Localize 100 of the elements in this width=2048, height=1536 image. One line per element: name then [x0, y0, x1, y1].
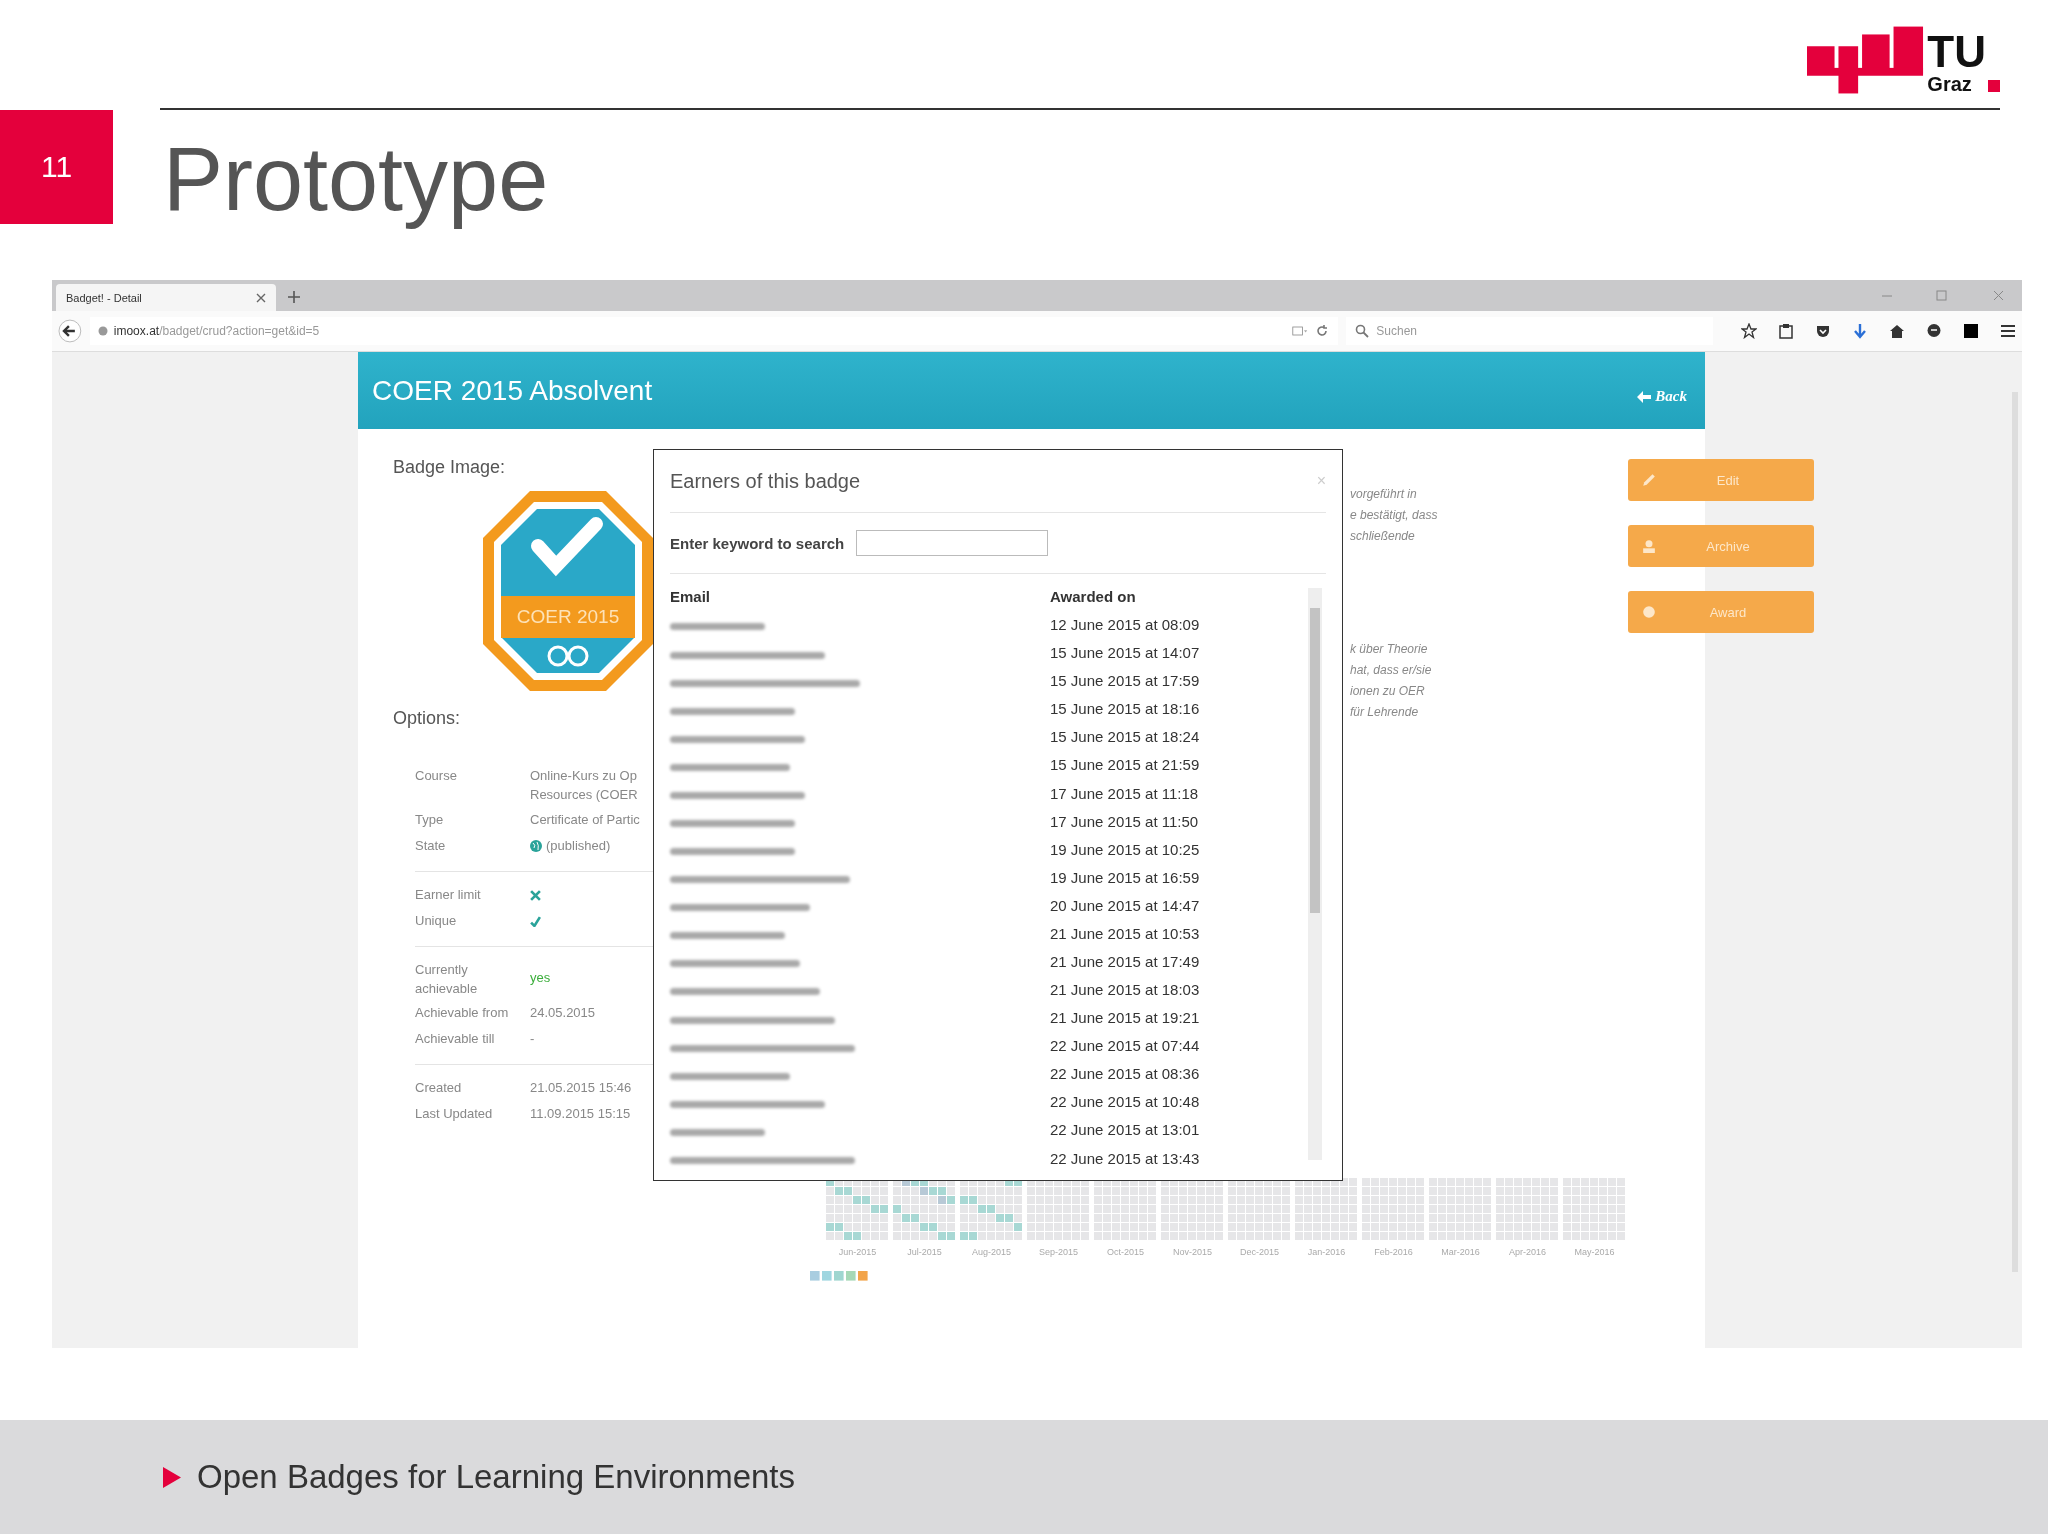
month-label: Mar-2016 [1441, 1247, 1480, 1257]
option-label: Last Updated [415, 1105, 494, 1124]
cross-icon [530, 889, 541, 901]
pocket-icon[interactable] [1815, 323, 1831, 339]
square-icon[interactable] [1963, 323, 1979, 339]
info-icon [97, 326, 108, 336]
option-value: - [530, 1030, 535, 1049]
logo-square-icon [1988, 80, 2000, 92]
action-button[interactable]: Award [1628, 591, 1814, 633]
section-label: Badge Image: [393, 457, 506, 478]
section-label: Options: [393, 708, 461, 729]
calendar-heatmap-drawing [1161, 1178, 1224, 1241]
month-label: Feb-2016 [1374, 1247, 1413, 1257]
calendar-heatmap-drawing [1429, 1178, 1492, 1241]
logo-wordmark: TU [1927, 30, 1986, 74]
option-label: Unique [415, 911, 458, 930]
table-cell-text: 15 June 2015 at 18:24 [1050, 728, 1201, 748]
url-field[interactable]: imoox.at/badget/crud?action=get&id=5 [89, 317, 1339, 345]
month-label: Oct-2015 [1107, 1247, 1144, 1257]
option-value: 11.09.2015 15:15 [530, 1105, 631, 1124]
close-button[interactable]: × [1316, 472, 1326, 490]
table-cell-text: 21 June 2015 at 19:21 [1050, 1009, 1201, 1029]
option-label: Created [415, 1079, 463, 1098]
option-value: Online-Kurs zu Op Resources (COER [530, 767, 638, 804]
month-label: Jun-2015 [838, 1247, 877, 1257]
month-label: Nov-2015 [1173, 1247, 1212, 1257]
table-cell-text: 17 June 2015 at 11:50 [1050, 812, 1200, 832]
new-tab-icon[interactable] [288, 291, 300, 303]
calendar-heatmap-drawing [1362, 1178, 1425, 1241]
calendar-heatmap-drawing [893, 1178, 956, 1241]
table-cell-text: 19 June 2015 at 10:25 [1050, 840, 1201, 860]
description-text: k über Theorie [1350, 641, 1429, 658]
description-text: schließende [1350, 528, 1416, 545]
slide-number: 11 [0, 110, 113, 224]
calendar-heatmap-drawing [1295, 1178, 1358, 1241]
modal-title: Earners of this badge [670, 469, 861, 493]
check-icon [530, 915, 541, 927]
chat-icon[interactable] [1926, 323, 1942, 339]
reader-icon[interactable] [1292, 324, 1309, 338]
option-label: Course [415, 767, 458, 785]
home-icon[interactable] [1889, 323, 1905, 339]
table-cell-text: 20 June 2015 at 14:47 [1050, 896, 1201, 916]
description-text: e bestätigt, dass [1350, 507, 1439, 524]
pencil-icon [1642, 473, 1656, 487]
download-icon[interactable] [1852, 323, 1868, 339]
action-button[interactable]: Archive [1628, 525, 1814, 567]
table-cell-text: 15 June 2015 at 21:59 [1050, 756, 1201, 776]
calendar-heatmap-drawing [826, 1178, 889, 1241]
month-label: Jul-2015 [907, 1247, 942, 1257]
logo-blocks-icon [1807, 26, 1926, 96]
close-icon[interactable] [256, 292, 266, 303]
menu-icon[interactable] [2000, 323, 2016, 339]
logo-subtitle: Graz [1927, 74, 1972, 94]
option-label: Achievable till [415, 1030, 496, 1049]
table-cell-text: 22 June 2015 at 13:43 [1050, 1149, 1201, 1169]
option-label: State [415, 836, 447, 855]
month-label: Sep-2015 [1038, 1247, 1078, 1257]
description-text: vorgeführt in [1350, 486, 1418, 503]
slide-title: Prototype [163, 130, 549, 229]
clipboard-icon[interactable] [1778, 323, 1794, 339]
calendar-heatmap-drawing [1496, 1178, 1559, 1241]
option-label: Type [415, 810, 445, 829]
browser-tab[interactable]: Badget! - Detail [56, 284, 276, 311]
description-text: hat, dass er/sie [1350, 662, 1433, 679]
user-icon [1642, 539, 1656, 553]
column-header: Awarded on [1050, 588, 1137, 607]
table-cell-text: 21 June 2015 at 17:49 [1050, 953, 1201, 972]
option-label: Achievable from [415, 1004, 510, 1023]
table-cell-text: 19 June 2015 at 16:59 [1050, 868, 1201, 888]
month-label: Apr-2016 [1509, 1247, 1546, 1257]
action-button[interactable]: Edit [1628, 459, 1814, 501]
month-label: Dec-2015 [1240, 1247, 1279, 1257]
legend-drawing [810, 1271, 870, 1283]
calendar-heatmap-drawing [1228, 1178, 1291, 1241]
option-value: yes [530, 968, 551, 987]
option-label: Currently achievable [415, 960, 479, 998]
calendar-heatmap-drawing [1094, 1178, 1157, 1241]
star-icon[interactable] [1741, 323, 1757, 339]
search-field[interactable] [856, 530, 1049, 556]
month-label: Aug-2015 [971, 1247, 1011, 1257]
scrollbar[interactable] [1308, 588, 1322, 1160]
table-cell-text: 15 June 2015 at 14:07 [1050, 644, 1201, 664]
table-cell-text: 22 June 2015 at 08:36 [1050, 1065, 1201, 1085]
table-cell-text: 22 June 2015 at 10:48 [1050, 1093, 1201, 1113]
page-title: COER 2015 Absolvent [372, 374, 653, 407]
description-text: ionen zu OER [1350, 683, 1426, 700]
search-field[interactable]: Suchen [1346, 317, 1713, 345]
table-cell-text: 21 June 2015 at 18:03 [1050, 981, 1201, 1001]
table-cell-text: 22 June 2015 at 13:01 [1050, 1121, 1201, 1141]
globe-icon [530, 840, 542, 853]
footer-text: Open Badges for Learning Environments [197, 1458, 796, 1496]
option-label: Earner limit [415, 885, 482, 904]
table-cell-text: 15 June 2015 at 18:16 [1050, 700, 1201, 720]
option-value: 24.05.2015 [530, 1004, 596, 1023]
back-icon[interactable] [58, 319, 82, 343]
option-value: (published) [546, 836, 611, 855]
column-header: Email [670, 588, 712, 607]
back-link[interactable]: Back [1637, 388, 1687, 405]
table-cell-text: 22 June 2015 at 07:44 [1050, 1037, 1201, 1057]
scroll-thumb[interactable] [1310, 608, 1320, 913]
